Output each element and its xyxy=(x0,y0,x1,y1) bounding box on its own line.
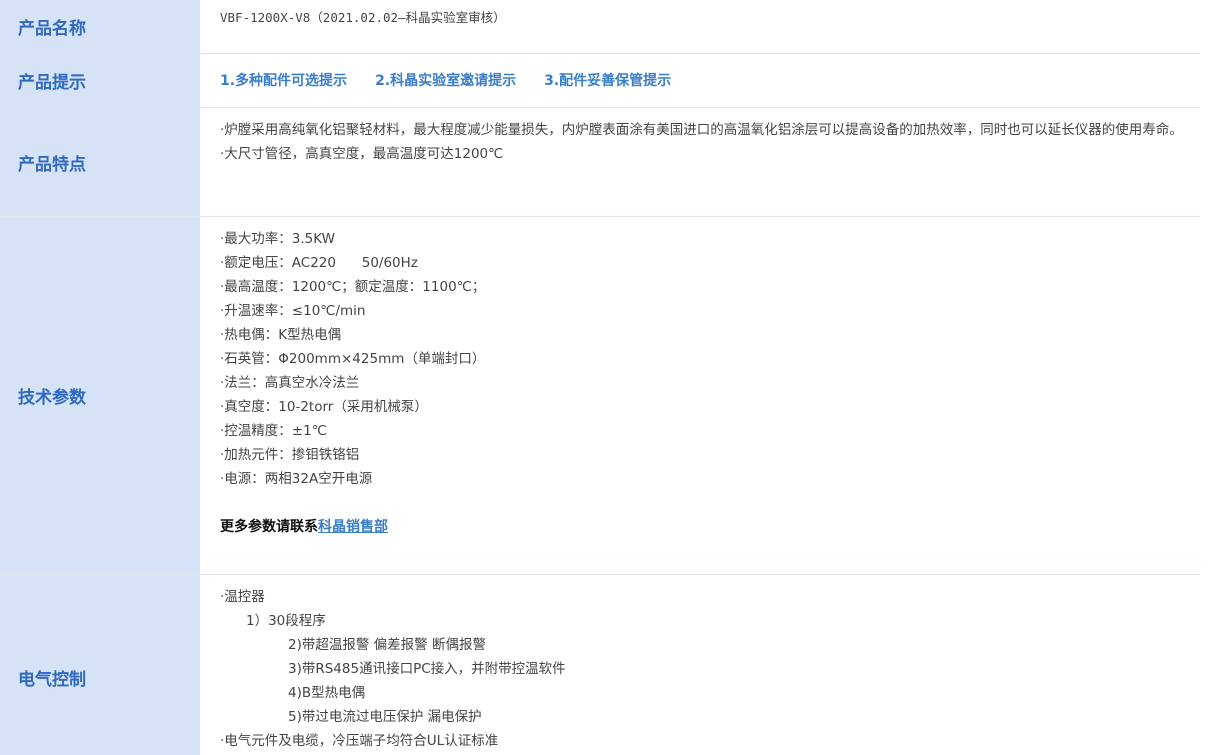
controller-sub-line: 2)带超温报警 偏差报警 断偶报警 xyxy=(288,637,486,653)
spec-line: ·最高温度：1200℃；额定温度：1100℃； xyxy=(220,279,486,295)
electrical-control: ·温控器 1）30段程序 2)带超温报警 偏差报警 断偶报警 3)带RS485通… xyxy=(200,575,1200,755)
spec-line: ·额定电压：AC220 50/60Hz xyxy=(220,255,418,271)
product-spec-table: 产品名称 VBF-1200X-V8（2021.02.02—科晶实验室审核） 产品… xyxy=(0,0,1200,755)
feature-line: ·大尺寸管径，高真空度，最高温度可达1200℃ xyxy=(220,146,504,162)
spec-line: ·加热元件：掺钼铁铬铝 xyxy=(220,447,360,463)
product-tips-list: 1.多种配件可选提示 2.科晶实验室邀请提示 3.配件妥善保管提示 xyxy=(200,54,1200,107)
program-line: 1）30段程序 xyxy=(246,613,326,629)
spec-line: ·升温速率：≤10℃/min xyxy=(220,303,366,319)
more-params: 更多参数请联系科晶销售部 xyxy=(220,515,1200,539)
label-product-features: 产品特点 xyxy=(0,108,200,216)
spec-line: ·石英管：Φ200mm×425mm（单端封口） xyxy=(220,351,486,367)
controller-line: ·温控器 xyxy=(220,589,265,605)
cables-line: ·电气元件及电缆，冷压端子均符合UL认证标准 xyxy=(220,733,499,749)
controller-sub-line: 3)带RS485通讯接口PC接入，并附带控温软件 xyxy=(288,661,566,677)
row-product-features: 产品特点 ·炉膛采用高纯氧化铝聚轻材料，最大程度减少能量损失，内炉膛表面涂有美国… xyxy=(0,108,1200,217)
product-features: ·炉膛采用高纯氧化铝聚轻材料，最大程度减少能量损失，内炉膛表面涂有美国进口的高温… xyxy=(200,108,1200,216)
spec-line: ·最大功率：3.5KW xyxy=(220,231,335,247)
row-tech-specs: 技术参数 ·最大功率：3.5KW ·额定电压：AC220 50/60Hz ·最高… xyxy=(0,217,1200,575)
controller-sub-line: 5)带过电流过电压保护 漏电保护 xyxy=(288,709,482,725)
feature-line: ·炉膛采用高纯氧化铝聚轻材料，最大程度减少能量损失，内炉膛表面涂有美国进口的高温… xyxy=(220,122,1183,138)
spec-line: ·控温精度：±1℃ xyxy=(220,423,327,439)
spec-line: ·法兰：高真空水冷法兰 xyxy=(220,375,360,391)
label-electrical-control: 电气控制 xyxy=(0,575,200,755)
spec-line: ·真空度：10-2torr（采用机械泵） xyxy=(220,399,428,415)
sales-dept-link[interactable]: 科晶销售部 xyxy=(318,519,388,535)
product-name-value: VBF-1200X-V8（2021.02.02—科晶实验室审核） xyxy=(220,10,506,25)
row-product-name: 产品名称 VBF-1200X-V8（2021.02.02—科晶实验室审核） xyxy=(0,0,1200,54)
controller-sub-line: 4)B型热电偶 xyxy=(288,685,366,701)
row-electrical-control: 电气控制 ·温控器 1）30段程序 2)带超温报警 偏差报警 断偶报警 3)带R… xyxy=(0,575,1200,755)
tip-link-lab-invite[interactable]: 2.科晶实验室邀请提示 xyxy=(375,69,516,93)
label-tech-specs: 技术参数 xyxy=(0,217,200,574)
tip-link-accessories[interactable]: 1.多种配件可选提示 xyxy=(220,69,347,93)
row-product-tips: 产品提示 1.多种配件可选提示 2.科晶实验室邀请提示 3.配件妥善保管提示 xyxy=(0,54,1200,108)
label-product-name: 产品名称 xyxy=(0,0,200,53)
more-params-text: 更多参数请联系 xyxy=(220,519,318,535)
tip-link-storage[interactable]: 3.配件妥善保管提示 xyxy=(544,69,671,93)
spec-line: ·热电偶：K型热电偶 xyxy=(220,327,342,343)
spec-line: ·电源：两相32A空开电源 xyxy=(220,471,373,487)
tech-specs: ·最大功率：3.5KW ·额定电压：AC220 50/60Hz ·最高温度：12… xyxy=(200,217,1200,574)
label-product-tips: 产品提示 xyxy=(0,54,200,107)
